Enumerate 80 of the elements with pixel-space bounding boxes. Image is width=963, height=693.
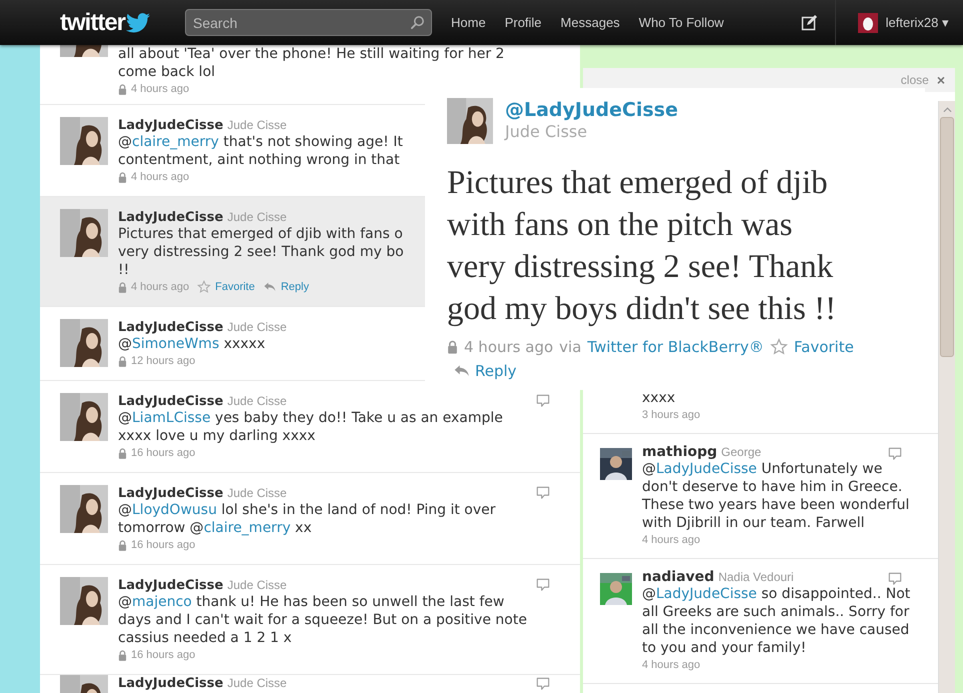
favorite-link[interactable]: Favorite [215,279,255,295]
tweet-text: @LadyJudeCisse Unfortunately we don't deserve to have him in Greece. These two years have been wonderful with Djibrill in our team. Farwell [642,460,910,532]
timestamp[interactable]: 4 hours ago [642,657,700,673]
full-name: Jude Cisse [227,675,287,691]
search-icon[interactable] [410,15,425,30]
timestamp[interactable]: 16 hours ago [131,647,196,663]
full-name: Jude Cisse [227,209,287,225]
full-name: Jude Cisse [227,577,287,593]
star-icon[interactable] [197,280,212,294]
mention-link[interactable]: LloydOwusu [132,502,217,518]
mention-link[interactable]: majenco [132,594,192,610]
screen-name[interactable]: LadyJudeCisse [118,394,224,410]
timestamp[interactable]: 4 hours ago [131,81,190,97]
nav-link[interactable]: Who To Follow [638,15,724,30]
timestamp[interactable]: 16 hours ago [131,537,196,553]
user-avatar-icon[interactable] [858,12,878,32]
scrollbar-thumb[interactable] [940,117,954,357]
reply-bubble-icon[interactable] [536,578,550,592]
reply-bubble-icon[interactable] [536,677,550,691]
timestamp[interactable]: 4 hours ago [642,532,700,548]
mention-link[interactable]: SimoneWms [132,336,220,352]
favorite-link[interactable]: Favorite [794,338,854,356]
full-name: Jude Cisse [227,393,287,409]
tweet-row[interactable]: LadyJudeCisse Jude Cisse @LloydOwusu lol she's in the land of nod! Ping it over tomorrow @claire_merry xx 16 hours ago [40,473,580,565]
nav-link[interactable]: Profile [504,15,542,30]
timestamp[interactable]: 4 hours ago [464,338,554,356]
source-link[interactable]: Twitter for BlackBerry® [587,338,764,356]
scroll-up-icon[interactable] [942,107,952,113]
full-name: George [721,444,762,460]
close-link[interactable]: close [900,73,929,87]
nav-link[interactable]: Messages [560,15,620,30]
compose-icon[interactable] [800,14,817,30]
tweet-text: @LloydOwusu lol she's in the land of nod! Ping it over tomorrow @claire_merry xx [118,501,496,537]
screen-name[interactable]: nadiaved [642,569,714,585]
tweet-text: all about 'Tea' over the phone! He still waiting for her 2 come back lol [118,45,504,81]
tweet-text: @LadyJudeCisse so disappointed.. Not all Greeks are such animals.. Sorry for all the inconvenience we have caused to you and your family! [642,585,910,657]
mention-link[interactable]: claire_merry [132,134,219,150]
screen-name[interactable]: LadyJudeCisse [118,578,224,594]
tweet-text: @majenco thank u! He has been so unwell the last few days and I can't wait for a squeeze! But on a positive note cassius needed a 1 2 1 x [118,593,527,647]
star-icon[interactable] [770,338,788,356]
reply-bubble-icon[interactable] [888,572,902,586]
screen-name[interactable]: LadyJudeCisse [118,118,224,134]
timestamp[interactable]: 3 hours ago [642,407,700,423]
via-label: via [559,338,582,356]
mention-link[interactable]: LiamLCisse [132,410,211,426]
full-name: Nadia Vedouri [718,569,794,585]
full-name: Jude Cisse [227,319,287,335]
tweet-text: xxxx [642,389,676,407]
reply-bubble-icon[interactable] [888,447,902,461]
mention-link[interactable]: LadyJudeCisse [656,461,757,477]
bird-icon [126,12,150,32]
screen-name[interactable]: LadyJudeCisse [118,320,224,336]
timestamp[interactable]: 12 hours ago [131,353,196,369]
reply-bubble-icon[interactable] [536,486,550,500]
full-name: Jude Cisse [227,485,287,501]
tweet-text: @claire_merry that's not showing age! It contentment, aint nothing wrong in that [118,133,403,169]
reply-link[interactable]: Reply [475,362,517,380]
reply-link[interactable]: Reply [280,279,309,295]
search-field[interactable]: Search [185,9,432,36]
screen-name[interactable]: LadyJudeCisse [118,210,224,226]
mention-link[interactable]: claire_merry [204,520,291,536]
logo-text[interactable]: twitter [60,8,125,36]
full-name: Jude Cisse [227,117,287,133]
screen-name[interactable]: mathiopg [642,444,718,460]
timestamp[interactable]: 4 hours ago [131,279,190,295]
tweet-row[interactable]: LadyJudeCisse Jude Cisse @majenco thank u! He has been so unwell the last few days and I can't wait for a squeeze! But on a positive note cassius needed a 1 2 1 x 16 hours ago [40,565,580,675]
screen-name[interactable]: LadyJudeCisse [118,486,224,502]
reply-bubble-icon[interactable] [536,394,550,408]
tweet-text: @SimoneWms xxxxx [118,335,266,353]
tweet-text: @LiamLCisse yes baby they do!! Take u as an example xxxx love u my darling xxxx [118,409,503,445]
tweet-text: Pictures that emerged of djib with fans o very distressing 2 see! Thank god my bo !! [118,225,404,279]
screen-name[interactable]: LadyJudeCisse [118,676,224,692]
scrollbar[interactable] [938,101,955,693]
mention-link[interactable]: LadyJudeCisse [656,586,757,602]
tweet-row[interactable]: LadyJudeCisse Jude Cisse [40,675,580,693]
nav-link[interactable]: Home [451,15,486,30]
close-icon[interactable]: × [936,72,945,88]
timestamp[interactable]: 16 hours ago [131,445,196,461]
timestamp[interactable]: 4 hours ago [131,169,190,185]
user-menu[interactable]: lefterix28 ▾ [886,15,949,30]
